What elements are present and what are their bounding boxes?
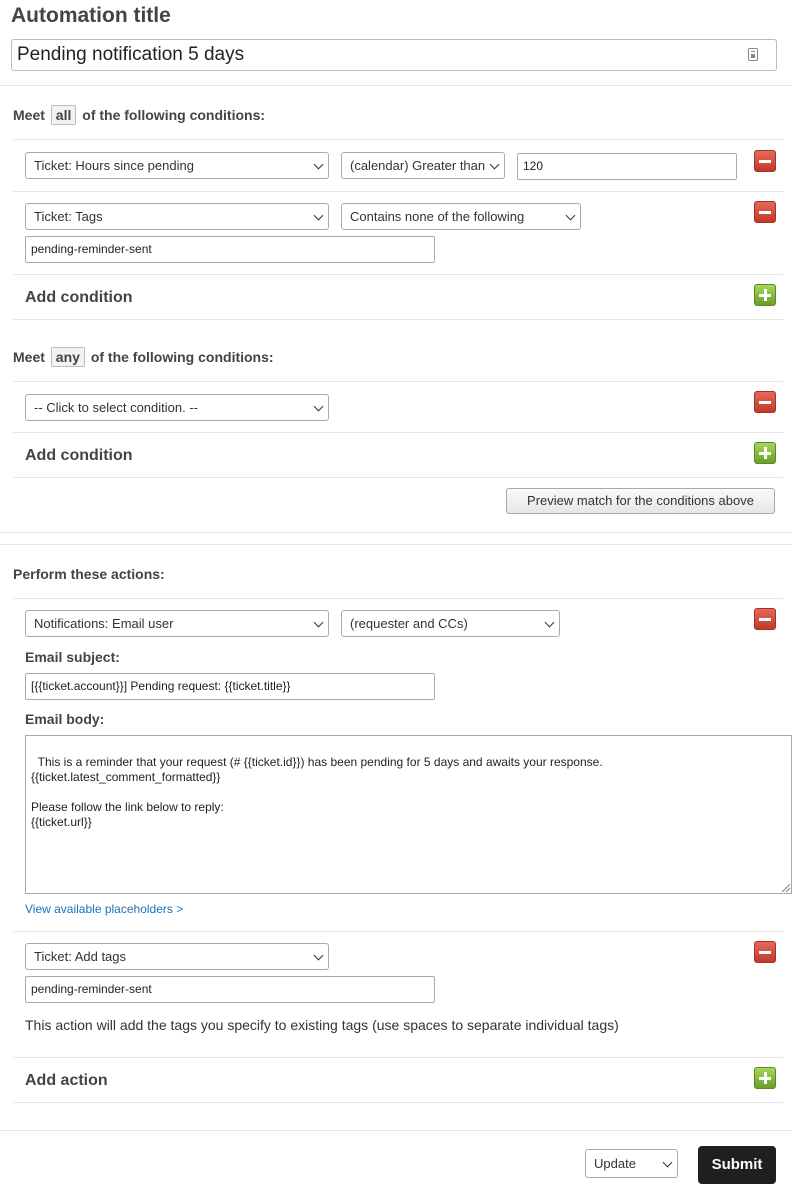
conditions-suffix: of the following conditions: xyxy=(82,107,266,123)
any-conditions-heading: Meet any of the following conditions: xyxy=(13,347,274,367)
add-condition-button[interactable] xyxy=(754,284,776,306)
add-action-label[interactable]: Add action xyxy=(25,1072,108,1090)
meet-label: Meet xyxy=(13,107,45,123)
preview-match-button[interactable]: Preview match for the conditions above xyxy=(506,488,775,514)
condition-field-select[interactable]: Ticket: Hours since pending xyxy=(25,152,329,179)
divider xyxy=(13,931,783,932)
divider xyxy=(0,544,792,545)
email-body-label: Email body: xyxy=(25,711,105,727)
action-field-select[interactable]: Notifications: Email user xyxy=(25,610,329,637)
divider xyxy=(13,432,783,433)
remove-action-button[interactable] xyxy=(754,608,776,630)
add-condition-label[interactable]: Add condition xyxy=(25,447,133,465)
chevron-down-icon xyxy=(313,159,324,170)
all-operator-toggle[interactable]: all xyxy=(50,105,77,125)
divider xyxy=(0,1130,792,1131)
divider xyxy=(13,139,783,140)
add-tags-input[interactable]: pending-reminder-sent xyxy=(25,976,435,1003)
divider xyxy=(13,477,783,478)
remove-condition-button[interactable] xyxy=(754,150,776,172)
actions-heading: Perform these actions: xyxy=(13,566,165,582)
add-condition-label[interactable]: Add condition xyxy=(25,289,133,307)
email-subject-label: Email subject: xyxy=(25,649,120,665)
remove-condition-button[interactable] xyxy=(754,201,776,223)
chevron-down-icon xyxy=(544,617,555,628)
action-field-select[interactable]: Ticket: Add tags xyxy=(25,943,329,970)
resize-handle-icon[interactable] xyxy=(782,884,790,892)
chevron-down-icon xyxy=(662,1157,673,1168)
chevron-down-icon xyxy=(313,617,324,628)
divider xyxy=(13,1057,783,1058)
remove-action-button[interactable] xyxy=(754,941,776,963)
divider xyxy=(0,85,792,86)
divider xyxy=(0,532,792,533)
view-placeholders-link[interactable]: View available placeholders > xyxy=(25,902,183,916)
submit-button[interactable]: Submit xyxy=(698,1146,776,1184)
conditions-suffix: of the following conditions: xyxy=(90,349,274,365)
chevron-down-icon xyxy=(313,950,324,961)
condition-operator-select[interactable]: (calendar) Greater than xyxy=(341,152,505,179)
divider xyxy=(13,274,783,275)
condition-field-select[interactable]: -- Click to select condition. -- xyxy=(25,394,329,421)
condition-field-select[interactable]: Ticket: Tags xyxy=(25,203,329,230)
contact-card-icon xyxy=(748,48,758,61)
divider xyxy=(13,191,783,192)
add-tags-help-text: This action will add the tags you specif… xyxy=(25,1017,619,1033)
divider xyxy=(13,381,783,382)
chevron-down-icon xyxy=(565,210,576,221)
condition-value-input[interactable]: 120 xyxy=(517,153,737,180)
add-condition-button[interactable] xyxy=(754,442,776,464)
any-operator-toggle[interactable]: any xyxy=(50,347,85,367)
remove-condition-button[interactable] xyxy=(754,391,776,413)
divider xyxy=(13,319,783,320)
email-body-textarea[interactable]: This is a reminder that your request (# … xyxy=(25,735,792,894)
all-conditions-heading: Meet all of the following conditions: xyxy=(13,105,265,125)
divider xyxy=(13,598,783,599)
condition-operator-select[interactable]: Contains none of the following xyxy=(341,203,581,230)
tags-input[interactable]: pending-reminder-sent xyxy=(25,236,435,263)
recipient-select[interactable]: (requester and CCs) xyxy=(341,610,560,637)
chevron-down-icon xyxy=(313,401,324,412)
chevron-down-icon xyxy=(313,210,324,221)
email-subject-input[interactable]: [{{ticket.account}}] Pending request: {{… xyxy=(25,673,435,700)
automation-title-label: Automation title xyxy=(11,4,171,27)
add-action-button[interactable] xyxy=(754,1067,776,1089)
update-status-select[interactable]: Update xyxy=(585,1149,678,1178)
automation-title-input[interactable]: Pending notification 5 days xyxy=(11,39,777,71)
chevron-down-icon xyxy=(489,159,500,170)
meet-label: Meet xyxy=(13,349,45,365)
divider xyxy=(13,1102,783,1103)
